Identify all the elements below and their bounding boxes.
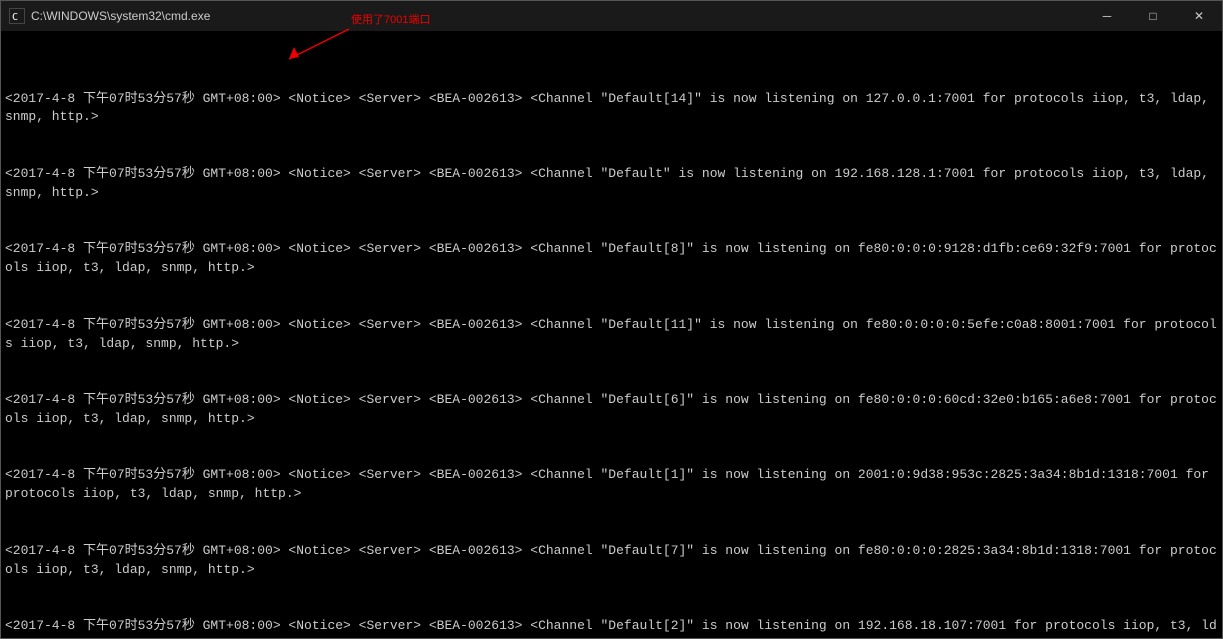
maximize-button[interactable]: □	[1130, 1, 1176, 31]
title-bar: C C:\WINDOWS\system32\cmd.exe 使用了7001端口 …	[1, 1, 1222, 31]
window-title: C:\WINDOWS\system32\cmd.exe	[31, 9, 210, 23]
annotation-text: 使用了7001端口	[351, 11, 430, 27]
console-line-1: <2017-4-8 下午07时53分57秒 GMT+08:00> <Notice…	[5, 165, 1218, 203]
console-line-2: <2017-4-8 下午07时53分57秒 GMT+08:00> <Notice…	[5, 240, 1218, 278]
minimize-button[interactable]: ─	[1084, 1, 1130, 31]
console-output: <2017-4-8 下午07时53分57秒 GMT+08:00> <Notice…	[1, 31, 1222, 638]
console-line-6: <2017-4-8 下午07时53分57秒 GMT+08:00> <Notice…	[5, 542, 1218, 580]
console-line-5: <2017-4-8 下午07时53分57秒 GMT+08:00> <Notice…	[5, 466, 1218, 504]
console-line-4: <2017-4-8 下午07时53分57秒 GMT+08:00> <Notice…	[5, 391, 1218, 429]
close-button[interactable]: ✕	[1176, 1, 1222, 31]
console-line-7: <2017-4-8 下午07时53分57秒 GMT+08:00> <Notice…	[5, 617, 1218, 638]
svg-text:C: C	[12, 12, 18, 23]
console-text: <2017-4-8 下午07时53分57秒 GMT+08:00> <Notice…	[5, 33, 1218, 638]
window-controls: ─ □ ✕	[1084, 1, 1222, 31]
cmd-window: C C:\WINDOWS\system32\cmd.exe 使用了7001端口 …	[0, 0, 1223, 639]
console-line-0: <2017-4-8 下午07时53分57秒 GMT+08:00> <Notice…	[5, 90, 1218, 128]
cmd-icon: C	[9, 8, 25, 24]
console-line-3: <2017-4-8 下午07时53分57秒 GMT+08:00> <Notice…	[5, 316, 1218, 354]
